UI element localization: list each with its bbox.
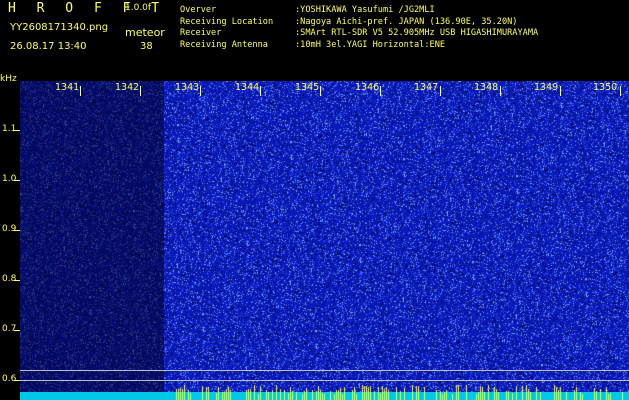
- info-value: :YOSHIKAWA Yasufumi /JG2MLI: [295, 5, 435, 15]
- x-tick-label: 1350: [593, 82, 618, 93]
- y-tick-mark: [14, 330, 20, 331]
- x-tick-mark: [380, 86, 381, 96]
- x-tick-label: 1345: [295, 82, 320, 93]
- y-tick-label: 0.9: [2, 224, 17, 234]
- y-tick-label: 0.8: [2, 274, 17, 284]
- meteor-count: 38: [140, 41, 153, 52]
- y-tick-mark: [14, 180, 20, 181]
- info-row-location: Receiving Location :Nagoya Aichi-pref. J…: [180, 17, 538, 29]
- info-value: :SMArt RTL-SDR V5 52.905MHz USB HIGASHIM…: [295, 28, 539, 38]
- info-key: Receiving Location: [180, 16, 274, 27]
- station-info: Overver :YOSHIKAWA Yasufumi /JG2MLI Rece…: [180, 5, 538, 51]
- info-value: :Nagoya Aichi-pref. JAPAN (136.90E, 35.2…: [295, 16, 518, 27]
- x-tick-label: 1348: [474, 82, 499, 93]
- x-tick-mark: [200, 86, 201, 96]
- spectrogram-dark-region: [20, 81, 164, 400]
- file-name: YY2608171340.png: [10, 22, 109, 33]
- y-axis-unit: kHz: [0, 74, 17, 84]
- y-tick-mark: [14, 280, 20, 281]
- app-version: 1.0.0f: [125, 3, 152, 13]
- reference-line-upper: [20, 370, 629, 371]
- x-tick-mark: [620, 86, 621, 96]
- info-key: Receiving Antenna: [180, 39, 268, 50]
- x-tick-label: 1341: [55, 82, 80, 93]
- x-tick-mark: [260, 86, 261, 96]
- info-row-antenna: Receiving Antenna :10mH 3el.YAGI Horizon…: [180, 40, 538, 52]
- info-value: :10mH 3el.YAGI Horizontal:ENE: [295, 39, 446, 50]
- y-tick-mark: [14, 130, 20, 131]
- y-tick-label: 0.6: [2, 374, 17, 384]
- x-tick-mark: [320, 86, 321, 96]
- y-tick-label: 0.7: [2, 324, 17, 334]
- y-tick-mark: [14, 230, 20, 231]
- x-tick-mark: [80, 86, 81, 96]
- y-tick-label: 1.1: [2, 124, 17, 134]
- x-tick-mark: [440, 86, 441, 96]
- info-row-observer: Overver :YOSHIKAWA Yasufumi /JG2MLI: [180, 5, 538, 17]
- info-key: Overver: [180, 5, 217, 15]
- info-key: Receiver: [180, 28, 222, 38]
- signal-level-bars: [170, 384, 629, 400]
- x-tick-mark: [140, 86, 141, 96]
- info-row-receiver: Receiver :SMArt RTL-SDR V5 52.905MHz USB…: [180, 28, 538, 40]
- x-tick-mark: [500, 86, 501, 96]
- y-tick-label: 1.0: [2, 174, 17, 184]
- x-tick-mark: [560, 86, 561, 96]
- x-tick-label: 1342: [115, 82, 140, 93]
- timestamp: 26.08.17 13:40: [10, 41, 87, 52]
- x-tick-label: 1344: [235, 82, 260, 93]
- mode-label: meteor: [125, 26, 165, 39]
- x-tick-label: 1343: [175, 82, 200, 93]
- x-tick-label: 1349: [534, 82, 559, 93]
- x-tick-label: 1346: [355, 82, 380, 93]
- reference-line-lower: [20, 380, 629, 381]
- x-tick-label: 1347: [414, 82, 439, 93]
- spectrogram-plot: [20, 81, 629, 400]
